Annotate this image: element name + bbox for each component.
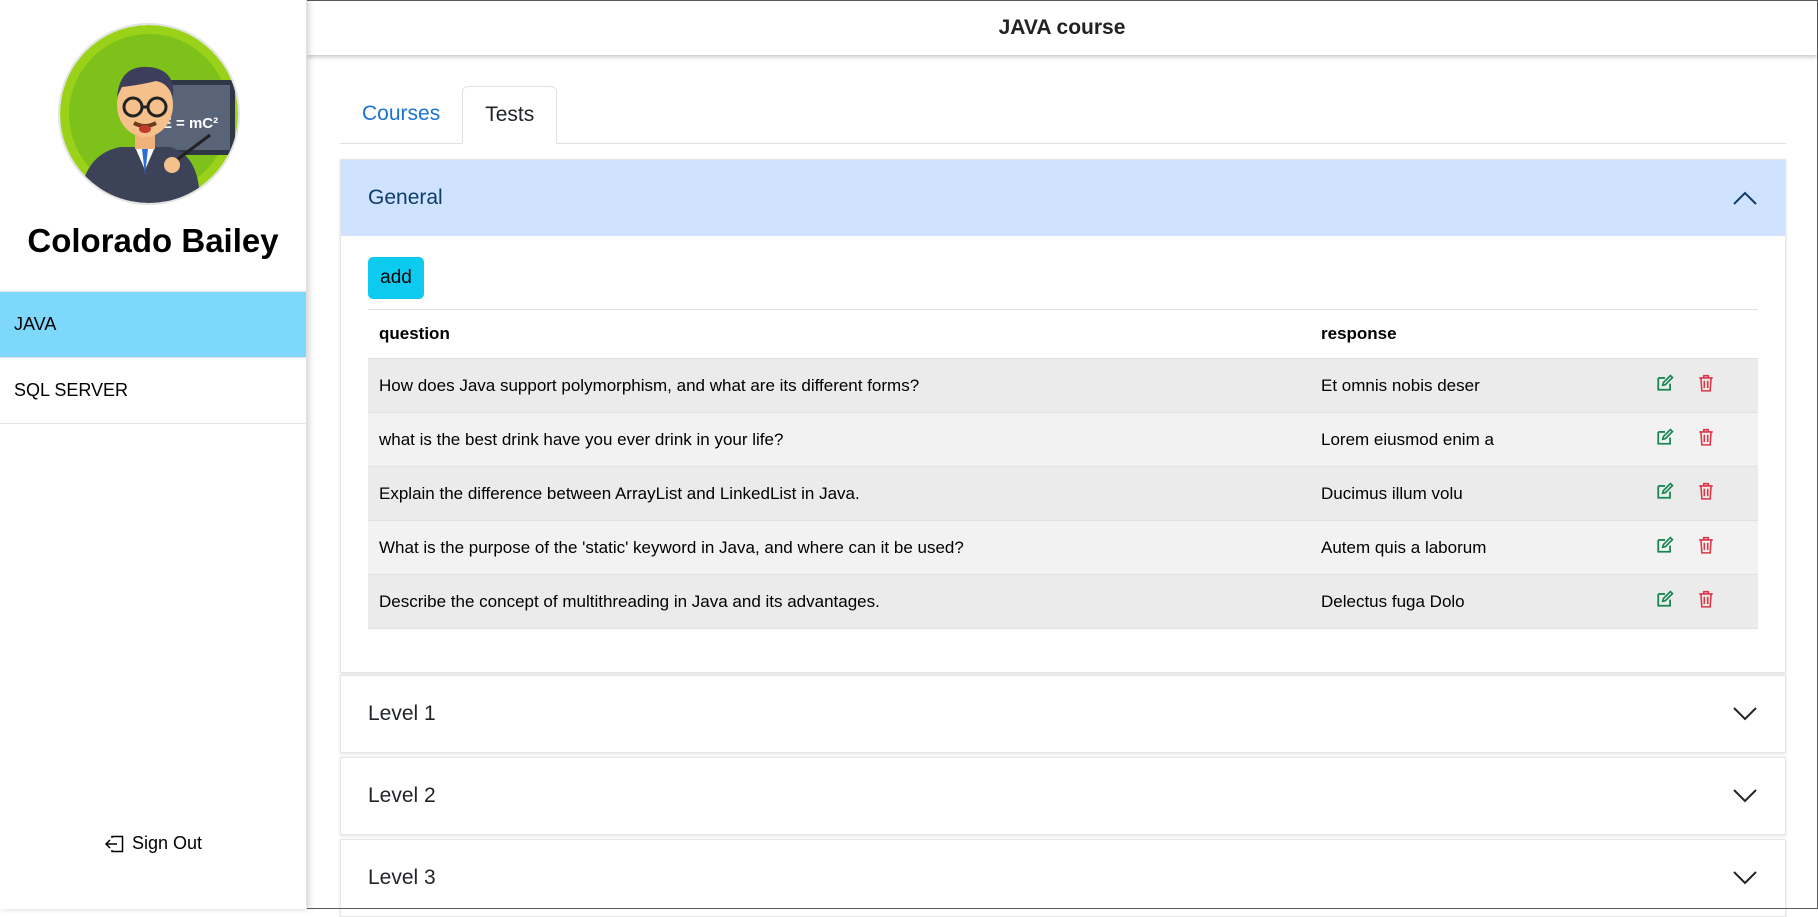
question-cell: Describe the concept of multithreading i… bbox=[368, 574, 1310, 629]
question-cell: what is the best drink have you ever dri… bbox=[368, 412, 1310, 467]
response-cell: Ducimus illum volu bbox=[1310, 466, 1612, 521]
avatar: E = mC² bbox=[58, 23, 240, 205]
chevron-up-icon bbox=[1733, 191, 1757, 205]
actions-cell bbox=[1612, 412, 1758, 467]
sidebar-item-sql-server[interactable]: SQL SERVER bbox=[0, 357, 306, 424]
column-header-actions bbox=[1612, 309, 1758, 359]
chevron-down-icon bbox=[1733, 789, 1757, 803]
tab-tests[interactable]: Tests bbox=[462, 86, 558, 144]
pencil-square-icon[interactable] bbox=[1656, 482, 1674, 505]
table-row: What is the purpose of the 'static' keyw… bbox=[368, 520, 1758, 575]
table-row: Describe the concept of multithreading i… bbox=[368, 574, 1758, 629]
sign-out-button[interactable]: Sign Out bbox=[0, 833, 306, 854]
tab-label: Courses bbox=[362, 102, 441, 125]
trash-icon[interactable] bbox=[1698, 428, 1714, 451]
accordion-header-general[interactable]: General bbox=[341, 160, 1785, 236]
column-header-question: question bbox=[368, 309, 1310, 359]
tab-label: Tests bbox=[485, 103, 535, 126]
sidebar: E = mC² Colorado Bailey JAVA SQL SERVER bbox=[0, 0, 307, 909]
box-arrow-left-icon bbox=[104, 835, 124, 852]
accordion-header-level-1[interactable]: Level 1 bbox=[341, 676, 1785, 752]
chevron-down-icon bbox=[1733, 871, 1757, 885]
accordion-level-3: Level 3 bbox=[340, 839, 1786, 917]
accordion-title: Level 1 bbox=[368, 702, 436, 725]
pencil-square-icon[interactable] bbox=[1656, 536, 1674, 559]
question-cell: What is the purpose of the 'static' keyw… bbox=[368, 520, 1310, 575]
accordion-level-2: Level 2 bbox=[340, 757, 1786, 835]
actions-cell bbox=[1612, 574, 1758, 629]
table-row: Explain the difference between ArrayList… bbox=[368, 466, 1758, 521]
sidebar-nav: JAVA SQL SERVER bbox=[0, 291, 306, 424]
response-cell: Et omnis nobis deser bbox=[1310, 358, 1612, 413]
table-row: what is the best drink have you ever dri… bbox=[368, 412, 1758, 467]
pencil-square-icon[interactable] bbox=[1656, 590, 1674, 613]
actions-cell bbox=[1612, 358, 1758, 413]
accordion-body-general: add question response How does Java supp… bbox=[341, 236, 1785, 672]
chevron-down-icon bbox=[1733, 707, 1757, 721]
sidebar-item-java[interactable]: JAVA bbox=[0, 291, 306, 358]
sign-out-label: Sign Out bbox=[131, 833, 203, 853]
page-title: JAVA course bbox=[998, 16, 1126, 39]
actions-cell bbox=[1612, 466, 1758, 521]
response-cell: Lorem eiusmod enim a bbox=[1310, 412, 1612, 467]
accordion-title: Level 3 bbox=[368, 866, 436, 889]
sidebar-item-label: JAVA bbox=[14, 314, 57, 334]
pencil-square-icon[interactable] bbox=[1656, 428, 1674, 451]
teacher-avatar-image: E = mC² bbox=[60, 25, 238, 203]
trash-icon[interactable] bbox=[1698, 374, 1714, 397]
trash-icon[interactable] bbox=[1698, 536, 1714, 559]
accordion-general: General add question response How does J… bbox=[340, 159, 1786, 673]
tab-bar: Courses Tests bbox=[340, 86, 1786, 144]
trash-icon[interactable] bbox=[1698, 482, 1714, 505]
pencil-square-icon[interactable] bbox=[1656, 374, 1674, 397]
response-cell: Delectus fuga Dolo bbox=[1310, 574, 1612, 629]
question-cell: How does Java support polymorphism, and … bbox=[368, 358, 1310, 413]
tab-courses[interactable]: Courses bbox=[340, 86, 462, 142]
accordion-title: General bbox=[368, 186, 443, 209]
accordion-header-level-3[interactable]: Level 3 bbox=[341, 840, 1785, 916]
table-header-row: question response bbox=[368, 309, 1758, 359]
add-button[interactable]: add bbox=[368, 257, 424, 299]
accordion-level-1: Level 1 bbox=[340, 675, 1786, 753]
accordion-header-level-2[interactable]: Level 2 bbox=[341, 758, 1785, 834]
sidebar-item-label: SQL SERVER bbox=[14, 380, 129, 400]
actions-cell bbox=[1612, 520, 1758, 575]
main-content: Courses Tests General add question respo… bbox=[340, 86, 1786, 917]
top-header: JAVA course bbox=[307, 1, 1817, 55]
trash-icon[interactable] bbox=[1698, 590, 1714, 613]
column-header-response: response bbox=[1310, 309, 1612, 359]
response-cell: Autem quis a laborum bbox=[1310, 520, 1612, 575]
table-row: How does Java support polymorphism, and … bbox=[368, 358, 1758, 413]
user-name: Colorado Bailey bbox=[27, 222, 279, 259]
question-cell: Explain the difference between ArrayList… bbox=[368, 466, 1310, 521]
accordion-title: Level 2 bbox=[368, 784, 436, 807]
questions-table: question response How does Java support … bbox=[368, 309, 1758, 629]
